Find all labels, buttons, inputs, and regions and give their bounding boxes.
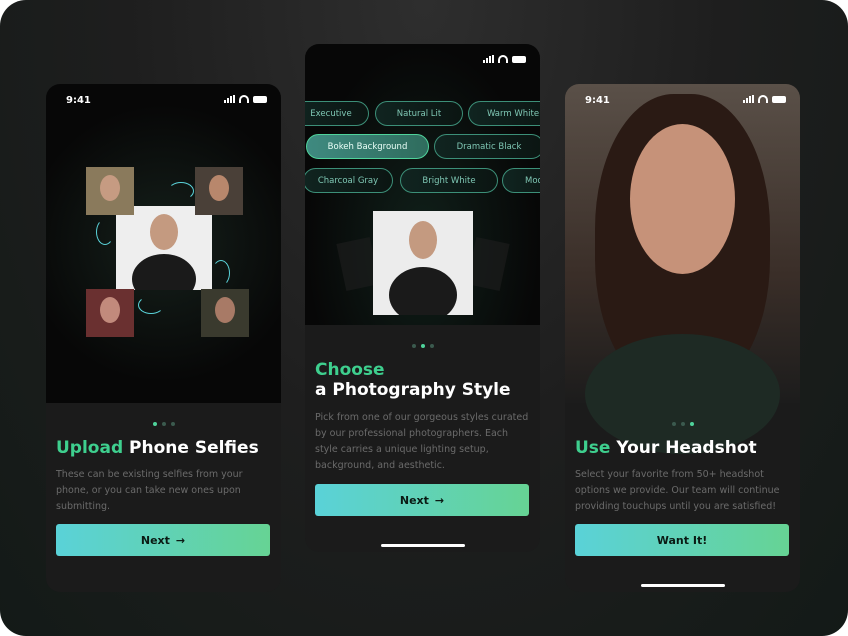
wifi-icon: [498, 55, 508, 63]
screen-title: Use Your Headshot: [575, 438, 757, 458]
screen-title: Upload Phone Selfies: [56, 438, 259, 458]
screen-description: Select your favorite from 50+ headshot o…: [575, 469, 780, 512]
home-indicator: [641, 584, 725, 587]
status-time: 9:41: [585, 95, 610, 106]
phone-choose-style: Executive Natural Lit Warm White Bokeh B…: [305, 44, 540, 552]
status-bar: 9:41: [46, 84, 281, 114]
signal-icon: [483, 55, 494, 63]
arrow-icon: [96, 219, 114, 245]
arrow-icon: [168, 182, 194, 200]
page-indicator: [153, 422, 175, 426]
signal-icon: [224, 95, 235, 103]
next-button[interactable]: Next →: [315, 484, 529, 516]
arrow-right-icon: →: [434, 493, 445, 507]
battery-icon: [253, 95, 267, 103]
selfie-collage-area: 9:41: [46, 84, 281, 403]
home-indicator: [381, 544, 465, 547]
style-chip-executive[interactable]: Executive: [305, 101, 369, 126]
headshot-photo: [116, 206, 212, 290]
screen-title: Choose a Photography Style: [315, 360, 511, 400]
page-indicator: [412, 344, 434, 348]
arrow-icon: [212, 260, 230, 286]
status-time: 9:41: [66, 95, 91, 106]
battery-icon: [512, 55, 526, 63]
status-bar: 9:41: [565, 84, 800, 114]
arrow-icon: [138, 296, 164, 314]
headshot-photo: [373, 211, 473, 315]
phone-use-headshot: 9:41 Use Your Headshot Select your favor…: [565, 84, 800, 592]
signal-icon: [743, 95, 754, 103]
headshot-hero-photo: 9:41: [565, 84, 800, 454]
style-chip-bokeh-background[interactable]: Bokeh Background: [306, 134, 429, 159]
selfie-thumbnail: [195, 167, 243, 215]
arrow-right-icon: →: [175, 533, 186, 547]
style-chip-charcoal-gray[interactable]: Charcoal Gray: [305, 168, 393, 193]
screen-description: These can be existing selfies from your …: [56, 469, 243, 512]
style-chip-warm-white[interactable]: Warm White: [468, 101, 540, 126]
phone-upload-selfies: 9:41 Upload Phone Selfies These can be e…: [46, 84, 281, 592]
next-button[interactable]: Next →: [56, 524, 270, 556]
selfie-thumbnail: [86, 289, 134, 337]
style-picker-area: Executive Natural Lit Warm White Bokeh B…: [305, 44, 540, 325]
wifi-icon: [239, 95, 249, 103]
screen-description: Pick from one of our gorgeous styles cur…: [315, 412, 529, 471]
page-indicator: [672, 422, 694, 426]
selfie-thumbnail: [201, 289, 249, 337]
style-chip-more[interactable]: Mod: [502, 168, 540, 193]
selfie-thumbnail: [86, 167, 134, 215]
showcase-canvas: 9:41 Upload Phone Selfies These can be e…: [0, 0, 848, 636]
battery-icon: [772, 95, 786, 103]
style-chip-natural-lit[interactable]: Natural Lit: [375, 101, 463, 126]
status-bar: [305, 44, 540, 74]
style-chip-dramatic-black[interactable]: Dramatic Black: [434, 134, 540, 159]
wifi-icon: [758, 95, 768, 103]
style-chip-bright-white[interactable]: Bright White: [400, 168, 498, 193]
want-it-button[interactable]: Want It!: [575, 524, 789, 556]
